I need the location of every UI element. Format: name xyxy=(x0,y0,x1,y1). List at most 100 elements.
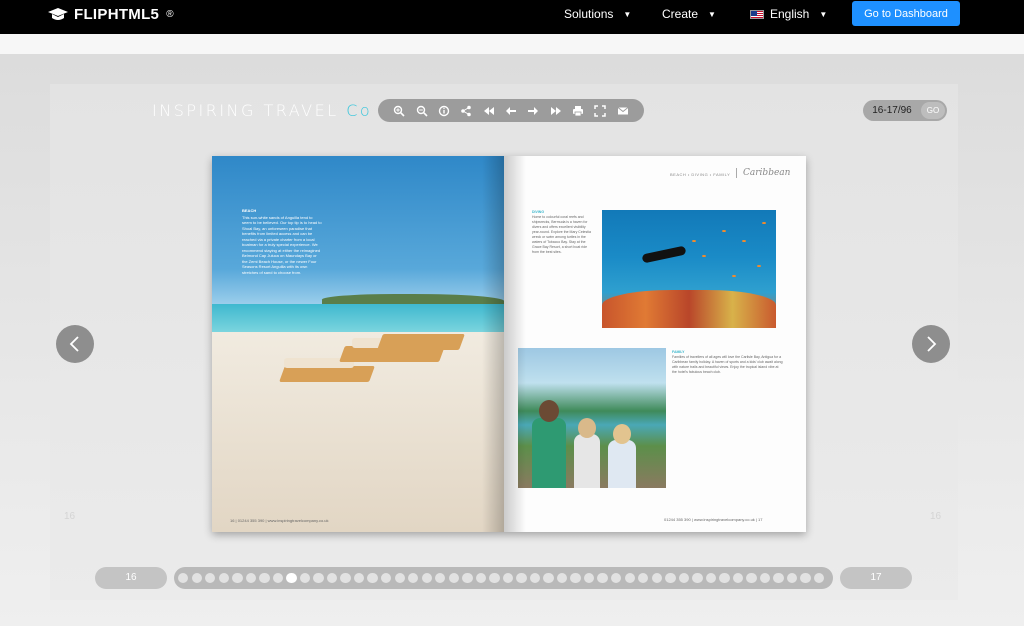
page-thumbnail-dot[interactable] xyxy=(543,572,554,584)
nav-create-label: Create xyxy=(662,7,699,21)
page-thumbnail-dot[interactable] xyxy=(259,572,270,584)
page-thumbnail-dot[interactable] xyxy=(773,572,784,584)
page-thumbnail-dot[interactable] xyxy=(353,572,365,584)
next-page-arrow[interactable] xyxy=(912,325,950,363)
page-thumbnail-dot[interactable] xyxy=(489,572,500,584)
nav-create[interactable]: Create ▼ xyxy=(662,7,716,21)
viewer-toolbar xyxy=(378,99,644,122)
info-icon[interactable] xyxy=(436,103,452,119)
go-button[interactable]: GO xyxy=(921,102,945,119)
left-article: BEACH This sun-white sands of Anguilla t… xyxy=(242,208,322,275)
page-thumbnail-dot[interactable] xyxy=(408,572,419,584)
go-to-dashboard-button[interactable]: Go to Dashboard xyxy=(852,1,960,26)
page-thumbnail-dot[interactable] xyxy=(813,572,825,584)
page-thumbnail-dot[interactable] xyxy=(556,572,568,584)
page-gutter-shadow xyxy=(482,156,504,532)
next-page-button[interactable]: 17 xyxy=(840,567,912,589)
page-thumbnail-dot[interactable] xyxy=(570,572,581,584)
right-page-script-title: Caribbean xyxy=(736,168,790,178)
fish xyxy=(722,230,726,232)
next-page-icon[interactable] xyxy=(525,103,541,119)
us-flag-icon xyxy=(750,9,764,19)
right-page: BEACH • DIVING • FAMILY Caribbean DIVING… xyxy=(504,156,806,532)
chevron-down-icon: ▼ xyxy=(623,9,632,19)
page-thumbnail-dot[interactable] xyxy=(218,572,229,584)
mail-icon[interactable] xyxy=(615,103,631,119)
page-thumbnail-dot[interactable] xyxy=(326,572,338,584)
page-thumbnail-dot[interactable] xyxy=(191,572,202,584)
person-shape xyxy=(608,440,636,488)
book-spread[interactable]: BEACH This sun-white sands of Anguilla t… xyxy=(212,156,806,532)
print-icon[interactable] xyxy=(570,103,586,119)
fish xyxy=(762,222,766,224)
prev-page-icon[interactable] xyxy=(503,103,519,119)
page-thumbnail-dot[interactable] xyxy=(529,572,541,584)
page-thumbnail-dot[interactable] xyxy=(597,572,608,584)
page-thumbnail-dot[interactable] xyxy=(692,572,703,584)
page-thumbnail-dot[interactable] xyxy=(719,572,730,584)
logo-text: FLIPHTML5 xyxy=(74,6,160,23)
first-page-icon[interactable] xyxy=(481,103,497,119)
language-selector[interactable]: English ▼ xyxy=(750,7,827,21)
page-thumbnail-dot[interactable] xyxy=(800,572,811,584)
diver-shape xyxy=(641,245,687,264)
page-thumbnail-dot[interactable] xyxy=(299,572,311,584)
right-page-footer: 01244 355 390 | www.inspiringtravelcompa… xyxy=(664,517,763,522)
page-thumbnail-dot[interactable] xyxy=(746,572,757,584)
zoom-out-icon[interactable] xyxy=(414,103,430,119)
diving-body-text: Home to colourful coral reefs and shipwr… xyxy=(532,215,591,254)
nav-solutions[interactable]: Solutions ▼ xyxy=(564,7,631,21)
page-thumbnail-dot[interactable] xyxy=(340,572,351,584)
page-thumbnail-dot[interactable] xyxy=(178,572,189,584)
page-thumbnail-dot[interactable] xyxy=(245,572,257,584)
page-thumbnail-dot[interactable] xyxy=(475,572,487,584)
person-shape xyxy=(574,434,600,488)
last-page-icon[interactable] xyxy=(548,103,564,119)
sea-shape xyxy=(212,304,504,334)
page-thumbnail-dot[interactable] xyxy=(205,572,216,584)
share-icon[interactable] xyxy=(458,103,474,119)
page-thumbnail-dot[interactable] xyxy=(624,572,635,584)
fish xyxy=(702,255,706,257)
family-image xyxy=(518,348,666,488)
page-thumbnail-dot[interactable] xyxy=(786,572,798,584)
page-thumbnail-dot[interactable] xyxy=(367,572,378,584)
person-head xyxy=(539,400,559,422)
previous-page-arrow[interactable] xyxy=(56,325,94,363)
page-thumbnail-dot[interactable] xyxy=(380,572,392,584)
fullscreen-icon[interactable] xyxy=(592,103,608,119)
brand-co: Co xyxy=(346,101,373,120)
page-thumbnail-dot[interactable] xyxy=(665,572,676,584)
page-thumbnail-dot[interactable] xyxy=(448,572,460,584)
previous-page-button[interactable]: 16 xyxy=(95,567,167,589)
brand-title: INSPIRING TRAVEL xyxy=(152,101,347,120)
page-thumbnail-dot[interactable] xyxy=(286,572,297,584)
fish xyxy=(757,265,761,267)
page-thumbnail-dot[interactable] xyxy=(732,572,744,584)
page-thumbnail-dot[interactable] xyxy=(313,572,324,584)
page-number-input[interactable]: 16-17/96 xyxy=(863,105,921,116)
page-thumbnail-dot[interactable] xyxy=(462,572,473,584)
publication-brand: INSPIRING TRAVEL Co xyxy=(152,101,372,120)
page-thumbnail-dot[interactable] xyxy=(232,572,243,584)
family-article: FAMILY Families of travellers of all age… xyxy=(672,350,784,375)
page-thumbnail-dot[interactable] xyxy=(272,572,284,584)
zoom-in-icon[interactable] xyxy=(391,103,407,119)
diver-image xyxy=(602,210,776,328)
page-thumbnail-dot[interactable] xyxy=(421,572,432,584)
page-thumbnail-dot[interactable] xyxy=(678,572,690,584)
page-thumbnail-dot[interactable] xyxy=(638,572,649,584)
page-thumbnail-dot[interactable] xyxy=(394,572,405,584)
sun-lounger xyxy=(377,334,465,350)
page-thumbnail-dot[interactable] xyxy=(502,572,514,584)
fliphtml5-logo[interactable]: FLIPHTML5 ® xyxy=(48,6,174,23)
page-thumbnail-dot[interactable] xyxy=(705,572,717,584)
page-thumbnail-dot[interactable] xyxy=(583,572,595,584)
beach-image xyxy=(212,332,504,532)
page-thumbnail-dot[interactable] xyxy=(651,572,662,584)
page-thumbnail-dot[interactable] xyxy=(611,572,622,584)
page-thumbnail-dot[interactable] xyxy=(759,572,771,584)
diving-article: DIVING Home to colourful coral reefs and… xyxy=(532,210,594,255)
page-thumbnail-dot[interactable] xyxy=(516,572,527,584)
page-thumbnail-dot[interactable] xyxy=(435,572,446,584)
